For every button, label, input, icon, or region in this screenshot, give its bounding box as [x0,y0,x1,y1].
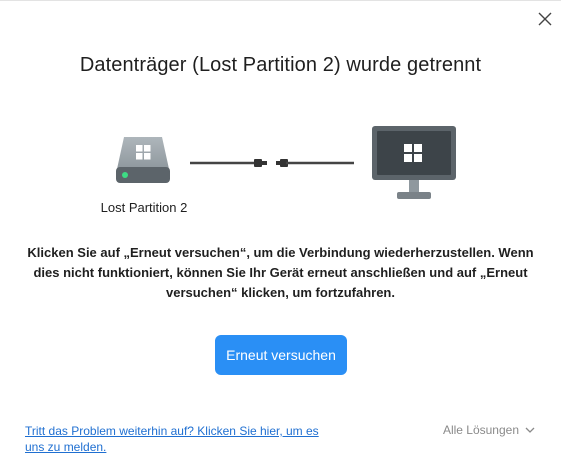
all-solutions-label: Alle Lösungen [442,423,519,437]
instruction-text: Klicken Sie auf „Erneut versuchen“, um d… [27,245,534,300]
cable-icon [190,159,354,167]
disconnect-dialog: Datenträger (Lost Partition 2) wurde get… [0,0,561,474]
drive-label: Lost Partition 2 [100,200,188,215]
drive-icon [116,137,170,183]
dialog-title: Datenträger (Lost Partition 2) wurde get… [79,54,482,76]
close-icon [538,12,552,26]
retry-button[interactable]: Erneut versuchen [215,335,347,375]
all-solutions-dropdown[interactable]: Alle Lösungen [443,423,535,437]
close-button[interactable] [535,9,555,29]
report-problem-link[interactable]: Tritt das Problem weiterhin auf? Klicken… [25,423,325,455]
chevron-down-icon [525,427,535,433]
monitor-icon [372,126,456,199]
